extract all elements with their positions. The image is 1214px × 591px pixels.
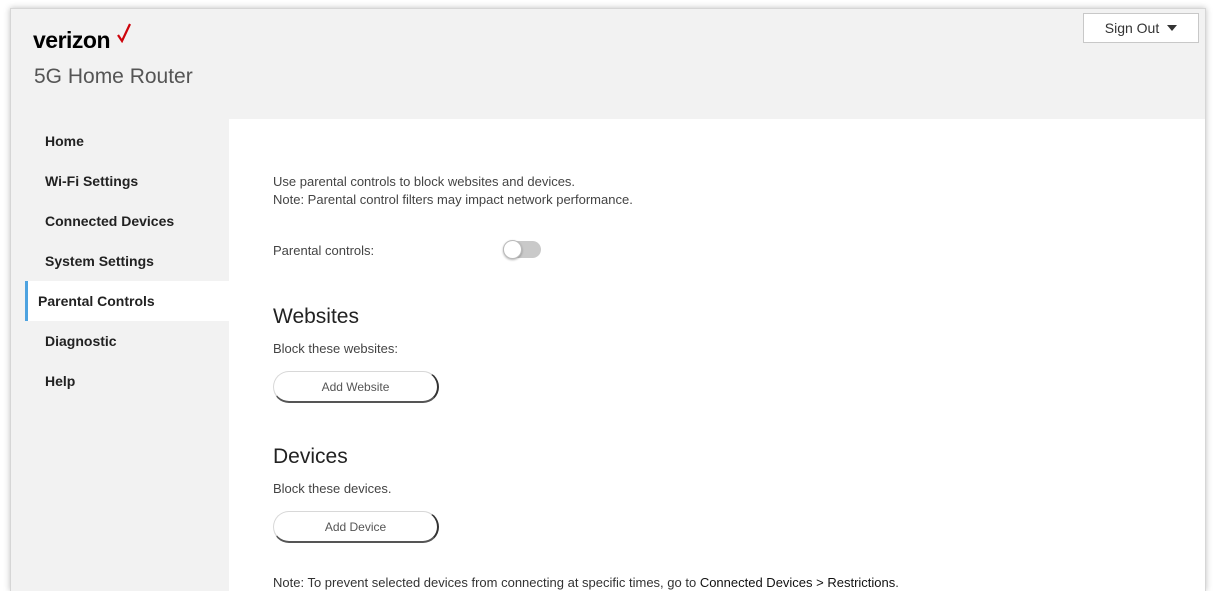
note-prefix: Note: To prevent selected devices from c… bbox=[273, 575, 700, 590]
sidebar-nav: Home Wi-Fi Settings Connected Devices Sy… bbox=[25, 121, 229, 401]
add-website-button[interactable]: Add Website bbox=[273, 371, 439, 403]
sidebar-item-diagnostic[interactable]: Diagnostic bbox=[25, 321, 229, 361]
sidebar-item-label: System Settings bbox=[45, 253, 154, 269]
restrictions-note: Note: To prevent selected devices from c… bbox=[273, 575, 899, 590]
app-window: verizon 5G Home Router Sign Out Home Wi-… bbox=[10, 8, 1206, 591]
parental-controls-label: Parental controls: bbox=[273, 243, 375, 258]
devices-heading: Devices bbox=[273, 445, 348, 468]
sign-out-label: Sign Out bbox=[1104, 20, 1160, 36]
sidebar-item-connected-devices[interactable]: Connected Devices bbox=[25, 201, 229, 241]
toggle-knob bbox=[503, 240, 522, 259]
product-name: 5G Home Router bbox=[34, 65, 193, 88]
content-panel: Use parental controls to block websites … bbox=[229, 119, 1205, 591]
sidebar-item-help[interactable]: Help bbox=[25, 361, 229, 401]
sidebar-item-label: Parental Controls bbox=[38, 293, 155, 309]
sidebar-item-label: Diagnostic bbox=[45, 333, 117, 349]
sidebar-item-wifi-settings[interactable]: Wi-Fi Settings bbox=[25, 161, 229, 201]
intro-line-1: Use parental controls to block websites … bbox=[273, 174, 576, 189]
intro-line-2: Note: Parental control filters may impac… bbox=[273, 192, 633, 207]
sidebar-item-label: Home bbox=[45, 133, 84, 149]
verizon-logo: verizon bbox=[33, 27, 111, 53]
note-suffix: . bbox=[895, 575, 899, 590]
sidebar-item-label: Wi-Fi Settings bbox=[45, 173, 139, 189]
sidebar-item-parental-controls[interactable]: Parental Controls bbox=[25, 281, 229, 321]
add-device-button[interactable]: Add Device bbox=[273, 511, 439, 543]
sidebar-item-home[interactable]: Home bbox=[25, 121, 229, 161]
sidebar-item-system-settings[interactable]: System Settings bbox=[25, 241, 229, 281]
websites-heading: Websites bbox=[273, 305, 359, 328]
caret-down-icon bbox=[1167, 25, 1178, 31]
parental-controls-toggle[interactable] bbox=[503, 240, 541, 259]
devices-subtitle: Block these devices. bbox=[273, 481, 392, 496]
checkmark-icon bbox=[117, 23, 131, 43]
sidebar-item-label: Connected Devices bbox=[45, 213, 175, 229]
sign-out-button[interactable]: Sign Out bbox=[1083, 13, 1199, 43]
restrictions-link[interactable]: Connected Devices > Restrictions bbox=[700, 575, 895, 590]
sidebar-item-label: Help bbox=[45, 373, 76, 389]
intro-text: Use parental controls to block websites … bbox=[273, 173, 633, 209]
websites-subtitle: Block these websites: bbox=[273, 341, 399, 356]
